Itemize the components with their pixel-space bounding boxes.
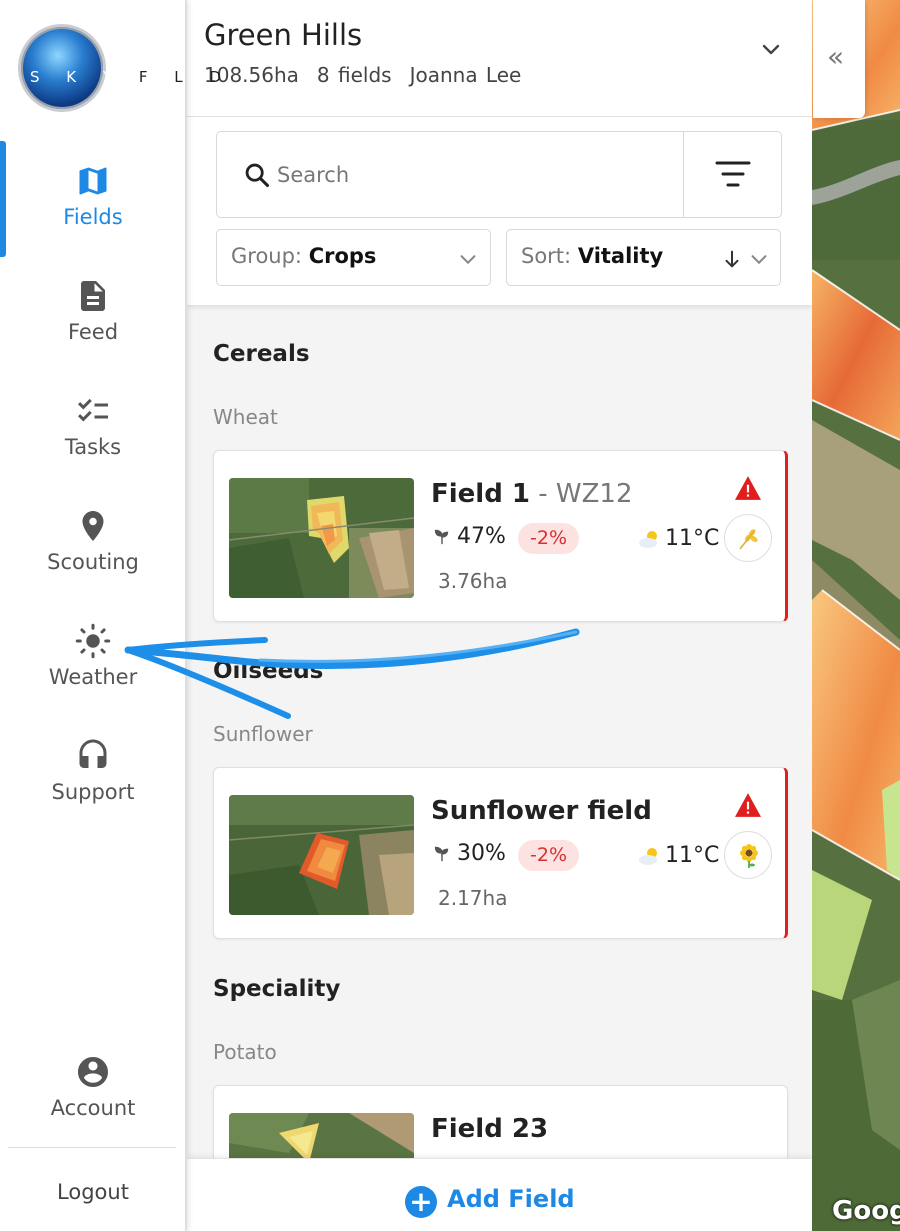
document-icon <box>81 281 105 311</box>
field-thumbnail <box>229 478 414 598</box>
group-title-cereals: Cereals <box>213 341 310 367</box>
nav-label: Account <box>50 1096 136 1120</box>
logo-text: S K Y F L D <box>30 68 232 86</box>
nav-divider <box>8 1147 176 1148</box>
wheat-icon <box>739 529 758 550</box>
filter-button[interactable] <box>683 132 782 217</box>
filter-icon <box>715 161 751 187</box>
nav-item-scouting[interactable]: Scouting <box>0 508 186 574</box>
nav-label: Support <box>51 780 135 804</box>
chevron-down-icon[interactable] <box>759 38 783 62</box>
weather-temp: 11°C <box>637 526 719 551</box>
sort-select[interactable]: Sort: Vitality <box>506 229 781 286</box>
farm-owner: Joanna Lee <box>409 63 522 87</box>
field-area: 3.76ha <box>438 569 508 593</box>
nav-item-feed[interactable]: Feed <box>0 278 186 344</box>
plus-icon: + <box>405 1186 437 1218</box>
group-select-label: Group: Crops <box>231 244 377 268</box>
vitality-delta-badge: -2% <box>518 523 579 554</box>
field-title: Field 1 - WZ12 <box>431 479 633 509</box>
add-field-button[interactable]: + Add Field <box>405 1185 575 1219</box>
field-satellite-image <box>229 478 414 598</box>
farm-meta: 108.56ha 8 fields Joanna Lee <box>204 63 539 87</box>
group-select[interactable]: Group: Crops <box>216 229 491 286</box>
sprout-icon <box>434 846 449 862</box>
arrow-down-icon[interactable] <box>721 248 743 270</box>
nav-label: Tasks <box>64 435 122 459</box>
headset-icon <box>79 739 107 768</box>
nav-item-fields[interactable]: Fields <box>0 163 186 229</box>
vitality-value: 30% <box>431 841 506 866</box>
fields-panel: Cereals Wheat Field 1 - WZ12 47% -2% 11°… <box>187 0 812 1231</box>
crop-badge <box>724 831 772 879</box>
chevron-down-icon <box>751 255 767 265</box>
nav-item-tasks[interactable]: Tasks <box>0 393 186 459</box>
nav-item-weather[interactable]: Weather <box>0 623 186 689</box>
group-title-speciality: Speciality <box>213 976 341 1002</box>
crop-name-wheat: Wheat <box>213 405 278 429</box>
crop-name-sunflower: Sunflower <box>213 722 313 746</box>
header-divider <box>187 116 812 117</box>
nav-label: Weather <box>48 665 138 689</box>
nav-label: Feed <box>67 320 119 344</box>
search-icon <box>245 163 270 188</box>
nav-item-support[interactable]: Support <box>0 738 186 804</box>
field-area: 2.17ha <box>438 886 508 910</box>
farm-name: Green Hills <box>204 18 363 52</box>
nav-label: Scouting <box>47 550 139 574</box>
group-select-value: Crops <box>308 244 377 268</box>
panel-header: Green Hills 108.56ha8 fieldsJoanna Lee G… <box>187 0 812 305</box>
partly-cloudy-icon <box>639 531 657 548</box>
nav-label: Fields <box>63 205 123 229</box>
partly-cloudy-icon <box>639 848 657 865</box>
field-title: Sunflower field <box>431 796 652 826</box>
map-view[interactable] <box>812 0 900 1231</box>
crop-badge <box>724 514 772 562</box>
field-thumbnail <box>229 795 414 915</box>
crop-name-potato: Potato <box>213 1040 277 1064</box>
account-icon <box>78 1057 108 1087</box>
warning-icon <box>735 476 761 500</box>
field-satellite-image <box>229 795 414 915</box>
checklist-icon <box>78 398 108 422</box>
skyfld-logo[interactable]: S K Y F L D <box>14 22 221 117</box>
sun-icon <box>75 623 111 659</box>
vitality-delta-badge: -2% <box>518 840 579 871</box>
chevron-down-icon <box>460 255 476 265</box>
farm-field-count: 8 fields <box>316 63 392 87</box>
field-title: Field 23 <box>431 1114 549 1144</box>
sidebar-nav: S K Y F L D Fields Feed Tasks Scouting W… <box>0 0 221 1231</box>
sort-select-value: Vitality <box>577 244 664 268</box>
satellite-map <box>812 0 900 1231</box>
weather-temp: 11°C <box>637 843 719 868</box>
warning-icon <box>735 793 761 817</box>
group-title-oilseeds: Oilseeds <box>213 658 324 684</box>
map-icon <box>79 167 107 195</box>
sprout-icon <box>434 529 449 545</box>
collapse-panel-button[interactable]: « <box>813 0 865 118</box>
logout-button[interactable]: Logout <box>0 1180 186 1204</box>
vitality-value: 47% <box>431 524 506 549</box>
sort-select-label: Sort: Vitality <box>521 244 664 268</box>
field-card[interactable]: Field 1 - WZ12 47% -2% 11°C 3.76ha <box>213 450 788 622</box>
nav-item-account[interactable]: Account <box>0 1054 186 1120</box>
location-pin-icon <box>82 511 104 541</box>
field-card[interactable]: Sunflower field 30% -2% 11°C 2.17ha <box>213 767 788 939</box>
add-field-bar: + Add Field <box>187 1158 812 1231</box>
search-box <box>216 131 782 218</box>
sunflower-icon <box>740 844 758 868</box>
map-attribution: Goog <box>832 1196 900 1226</box>
double-chevron-left-icon: « <box>827 40 845 73</box>
search-input[interactable] <box>277 159 657 191</box>
